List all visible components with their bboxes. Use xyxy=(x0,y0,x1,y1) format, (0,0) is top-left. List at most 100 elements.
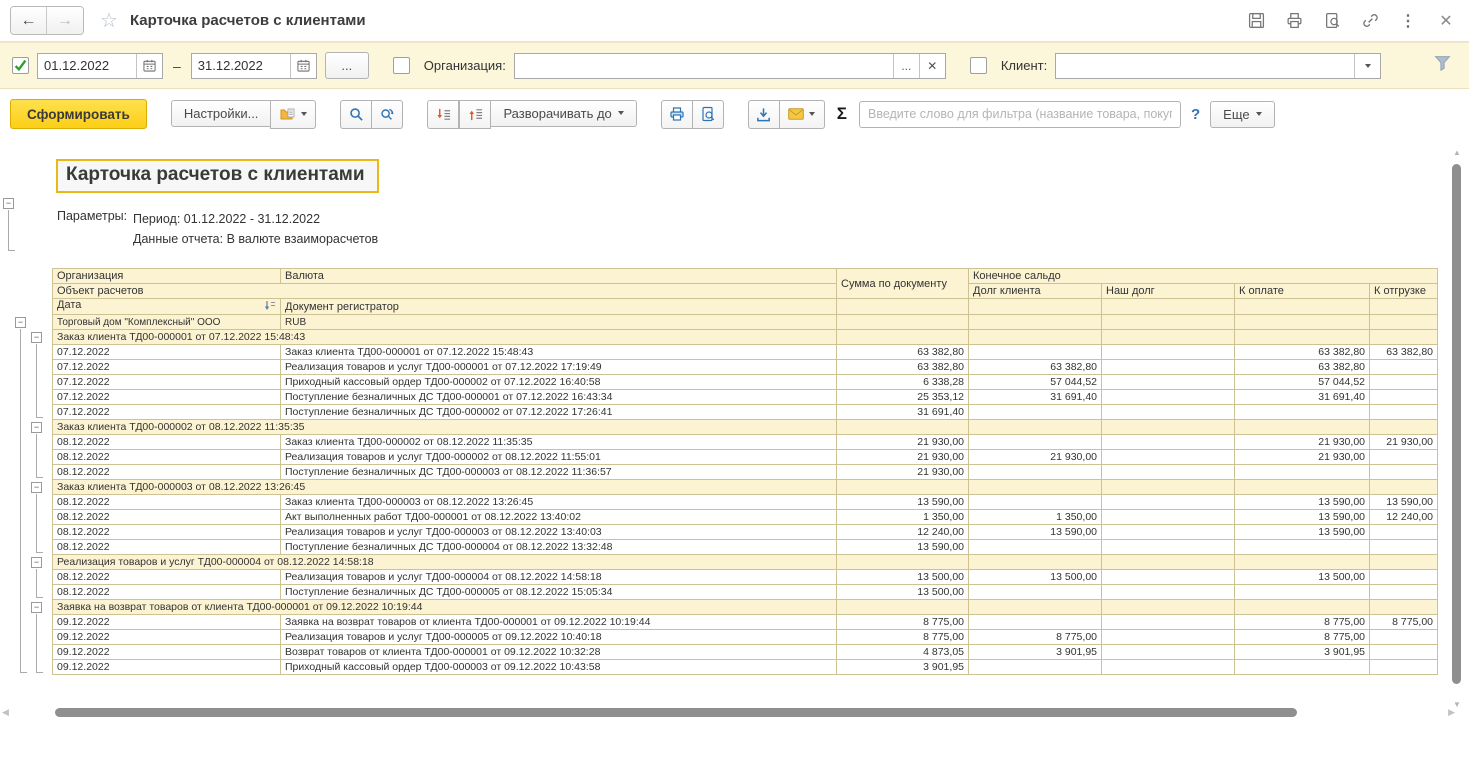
print-preview-icon[interactable] xyxy=(692,100,724,129)
amount-cell[interactable]: 63 382,80 xyxy=(837,345,969,360)
date-cell[interactable]: 08.12.2022 xyxy=(53,450,281,465)
amount-cell[interactable]: 3 901,95 xyxy=(837,660,969,675)
amount-cell[interactable]: 6 338,28 xyxy=(837,375,969,390)
empty-cell[interactable] xyxy=(969,555,1102,570)
empty-cell[interactable] xyxy=(969,315,1102,330)
to-pay-cell[interactable]: 13 590,00 xyxy=(1235,495,1370,510)
report-variants-button[interactable] xyxy=(270,100,316,129)
empty-cell[interactable] xyxy=(1370,420,1438,435)
collapse-group-button[interactable]: − xyxy=(31,422,42,433)
to-ship-cell[interactable] xyxy=(1370,630,1438,645)
header-currency[interactable]: Валюта xyxy=(281,269,837,284)
our-debt-cell[interactable] xyxy=(1102,450,1235,465)
search-next-icon[interactable] xyxy=(371,100,403,129)
period-checkbox[interactable] xyxy=(12,57,29,74)
client-debt-cell[interactable]: 21 930,00 xyxy=(969,450,1102,465)
to-ship-cell[interactable] xyxy=(1370,360,1438,375)
collapse-group-button[interactable]: − xyxy=(31,332,42,343)
filter-funnel-icon[interactable] xyxy=(1434,55,1451,76)
empty-cell[interactable] xyxy=(1102,480,1235,495)
client-checkbox[interactable] xyxy=(970,57,987,74)
organization-input[interactable] xyxy=(515,54,893,78)
group-title-cell[interactable]: Заявка на возврат товаров от клиента ТД0… xyxy=(53,600,837,615)
date-cell[interactable]: 09.12.2022 xyxy=(53,630,281,645)
client-debt-cell[interactable] xyxy=(969,540,1102,555)
empty-cell[interactable] xyxy=(837,555,969,570)
registrar-cell[interactable]: Заказ клиента ТД00-000001 от 07.12.2022 … xyxy=(281,345,837,360)
to-pay-cell[interactable] xyxy=(1235,585,1370,600)
empty-cell[interactable] xyxy=(969,480,1102,495)
empty-cell[interactable] xyxy=(837,330,969,345)
our-debt-cell[interactable] xyxy=(1102,615,1235,630)
org-name-cell[interactable]: Торговый дом "Комплексный" ООО xyxy=(53,315,281,330)
period-from-input[interactable] xyxy=(38,54,136,78)
registrar-cell[interactable]: Реализация товаров и услуг ТД00-000003 о… xyxy=(281,525,837,540)
client-debt-cell[interactable] xyxy=(969,435,1102,450)
our-debt-cell[interactable] xyxy=(1102,570,1235,585)
calendar-icon[interactable] xyxy=(136,54,162,78)
to-ship-cell[interactable] xyxy=(1370,525,1438,540)
empty-cell[interactable] xyxy=(1102,600,1235,615)
registrar-cell[interactable]: Поступление безналичных ДС ТД00-000004 о… xyxy=(281,540,837,555)
client-debt-cell[interactable]: 3 901,95 xyxy=(969,645,1102,660)
empty-cell[interactable] xyxy=(1370,600,1438,615)
to-ship-cell[interactable]: 12 240,00 xyxy=(1370,510,1438,525)
forward-button[interactable]: → xyxy=(47,7,83,34)
header-our-debt[interactable]: Наш долг xyxy=(1102,284,1235,299)
scroll-down-arrow[interactable]: ▼ xyxy=(1453,700,1461,709)
registrar-cell[interactable]: Акт выполненных работ ТД00-000001 от 08.… xyxy=(281,510,837,525)
our-debt-cell[interactable] xyxy=(1102,495,1235,510)
collapse-group-button[interactable]: − xyxy=(3,198,14,209)
header-amount[interactable]: Сумма по документу xyxy=(837,269,969,299)
our-debt-cell[interactable] xyxy=(1102,585,1235,600)
registrar-cell[interactable]: Заказ клиента ТД00-000003 от 08.12.2022 … xyxy=(281,495,837,510)
client-debt-cell[interactable] xyxy=(969,495,1102,510)
registrar-cell[interactable]: Заказ клиента ТД00-000002 от 08.12.2022 … xyxy=(281,435,837,450)
to-ship-cell[interactable] xyxy=(1370,645,1438,660)
vertical-scroll-thumb[interactable] xyxy=(1452,164,1461,684)
client-debt-cell[interactable] xyxy=(969,405,1102,420)
empty-cell[interactable] xyxy=(1235,315,1370,330)
amount-cell[interactable]: 21 930,00 xyxy=(837,450,969,465)
to-ship-cell[interactable] xyxy=(1370,660,1438,675)
empty-cell[interactable] xyxy=(837,600,969,615)
collapse-group-button[interactable]: − xyxy=(31,557,42,568)
registrar-cell[interactable]: Реализация товаров и услуг ТД00-000001 о… xyxy=(281,360,837,375)
date-cell[interactable]: 08.12.2022 xyxy=(53,570,281,585)
to-ship-cell[interactable] xyxy=(1370,540,1438,555)
registrar-cell[interactable]: Поступление безналичных ДС ТД00-000001 о… xyxy=(281,390,837,405)
empty-cell[interactable] xyxy=(1102,555,1235,570)
our-debt-cell[interactable] xyxy=(1102,345,1235,360)
amount-cell[interactable]: 21 930,00 xyxy=(837,465,969,480)
header-registrar[interactable]: Документ регистратор xyxy=(281,299,837,315)
client-debt-cell[interactable]: 31 691,40 xyxy=(969,390,1102,405)
empty-cell[interactable] xyxy=(1235,330,1370,345)
period-to-input[interactable] xyxy=(192,54,290,78)
empty-cell[interactable] xyxy=(1370,330,1438,345)
empty-cell[interactable] xyxy=(1102,315,1235,330)
empty-cell[interactable] xyxy=(969,600,1102,615)
amount-cell[interactable]: 8 775,00 xyxy=(837,630,969,645)
to-ship-cell[interactable]: 63 382,80 xyxy=(1370,345,1438,360)
registrar-cell[interactable]: Поступление безналичных ДС ТД00-000003 о… xyxy=(281,465,837,480)
amount-cell[interactable]: 8 775,00 xyxy=(837,615,969,630)
our-debt-cell[interactable] xyxy=(1102,525,1235,540)
collapse-group-button[interactable]: − xyxy=(31,602,42,613)
more-button[interactable]: Еще xyxy=(1210,101,1274,128)
scroll-left-arrow[interactable]: ◀ xyxy=(2,707,9,718)
to-ship-cell[interactable] xyxy=(1370,570,1438,585)
registrar-cell[interactable]: Приходный кассовый ордер ТД00-000002 от … xyxy=(281,375,837,390)
autosum-button[interactable]: Σ xyxy=(833,104,851,124)
help-button[interactable]: ? xyxy=(1189,106,1202,123)
empty-cell[interactable] xyxy=(1370,480,1438,495)
client-debt-cell[interactable]: 13 590,00 xyxy=(969,525,1102,540)
date-cell[interactable]: 08.12.2022 xyxy=(53,525,281,540)
date-cell[interactable]: 08.12.2022 xyxy=(53,585,281,600)
client-debt-cell[interactable]: 1 350,00 xyxy=(969,510,1102,525)
header-to-ship[interactable]: К отгрузке xyxy=(1370,284,1438,299)
our-debt-cell[interactable] xyxy=(1102,360,1235,375)
amount-cell[interactable]: 4 873,05 xyxy=(837,645,969,660)
to-pay-cell[interactable]: 8 775,00 xyxy=(1235,615,1370,630)
to-ship-cell[interactable]: 21 930,00 xyxy=(1370,435,1438,450)
amount-cell[interactable]: 13 500,00 xyxy=(837,570,969,585)
